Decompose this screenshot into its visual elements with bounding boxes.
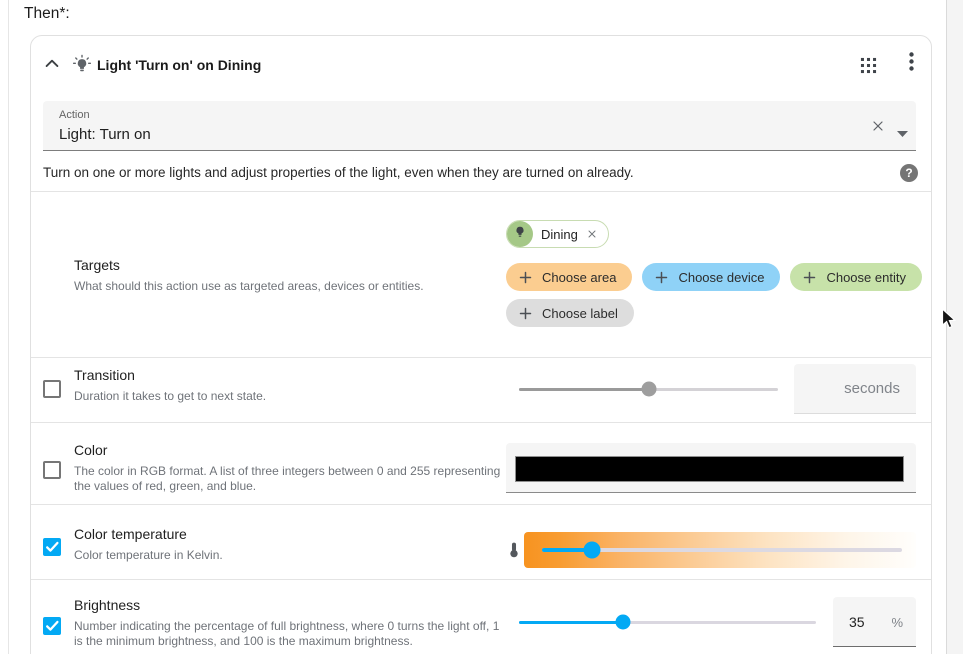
plus-icon	[518, 306, 533, 321]
color-temperature-labels: Color temperature Color temperature in K…	[74, 526, 502, 563]
area-avatar	[507, 221, 533, 247]
transition-checkbox[interactable]	[43, 380, 61, 398]
targets-labels: Targets What should this action use as t…	[74, 257, 494, 294]
collapse-button[interactable]	[39, 53, 65, 79]
action-field-label: Action	[59, 109, 90, 121]
brightness-labels: Brightness Number indicating the percent…	[74, 597, 502, 649]
choose-entity-button[interactable]: Choose entity	[790, 263, 922, 291]
divider	[31, 191, 931, 192]
color-title: Color	[74, 442, 502, 458]
choose-device-label: Choose device	[678, 270, 764, 285]
percent-unit-label: %	[891, 615, 903, 630]
choose-label-button[interactable]: Choose label	[506, 299, 634, 327]
targets-description: What should this action use as targeted …	[74, 279, 494, 294]
seconds-unit-label: seconds	[844, 380, 900, 397]
color-temperature-checkbox[interactable]	[43, 538, 61, 556]
brightness-slider[interactable]	[519, 614, 816, 630]
choose-area-label: Choose area	[542, 270, 616, 285]
choose-buttons-row: Choose area Choose device Choose entity	[506, 263, 922, 291]
mouse-cursor-icon	[941, 308, 958, 335]
slider-thumb[interactable]	[584, 542, 601, 559]
divider	[31, 504, 931, 505]
brightness-title: Brightness	[74, 597, 502, 613]
kebab-menu-icon	[909, 52, 914, 76]
targets-title: Targets	[74, 257, 494, 273]
slider-fill	[519, 388, 649, 391]
plus-icon	[802, 270, 817, 285]
overflow-menu-button[interactable]	[897, 50, 925, 78]
color-description: The color in RGB format. A list of three…	[74, 464, 502, 494]
slider-track[interactable]	[542, 548, 902, 552]
choose-buttons-row-2: Choose label	[506, 299, 634, 327]
choose-label-label: Choose label	[542, 306, 618, 321]
color-temperature-gradient	[524, 532, 916, 568]
slider-thumb[interactable]	[641, 382, 656, 397]
action-select-field[interactable]: Action Light: Turn on	[43, 101, 916, 151]
slider-thumb[interactable]	[615, 615, 630, 630]
thermometer-icon	[503, 538, 525, 562]
chip-remove-icon[interactable]	[585, 227, 599, 241]
color-swatch[interactable]	[515, 456, 904, 482]
transition-seconds-field[interactable]: seconds	[794, 364, 916, 414]
help-icon[interactable]: ?	[900, 164, 918, 182]
action-field-value: Light: Turn on	[59, 126, 151, 143]
transition-slider[interactable]	[519, 381, 778, 397]
lightbulb-icon	[513, 225, 527, 244]
color-temperature-title: Color temperature	[74, 526, 502, 542]
color-temperature-description: Color temperature in Kelvin.	[74, 548, 502, 563]
selected-targets-row: Dining	[506, 220, 609, 248]
transition-title: Transition	[74, 367, 502, 383]
chevron-up-icon	[42, 54, 62, 79]
drag-handle-icon[interactable]	[855, 52, 881, 78]
brightness-value: 35	[849, 614, 865, 630]
divider	[31, 357, 931, 358]
divider	[31, 422, 931, 423]
clear-icon[interactable]	[869, 117, 887, 135]
choose-area-button[interactable]: Choose area	[506, 263, 632, 291]
rgb-color-field[interactable]	[506, 443, 916, 493]
action-description: Turn on one or more lights and adjust pr…	[43, 165, 873, 180]
brightness-value-field[interactable]: 35 %	[833, 597, 916, 647]
action-card: Light 'Turn on' on Dining Action Light: …	[30, 35, 932, 654]
panel-left-edge	[8, 0, 9, 654]
transition-description: Duration it takes to get to next state.	[74, 389, 502, 404]
action-card-title: Light 'Turn on' on Dining	[97, 57, 261, 73]
automation-action-editor: Then*: Light 'Turn on' on Dining	[0, 0, 963, 654]
chevron-down-icon[interactable]	[897, 124, 908, 142]
color-labels: Color The color in RGB format. A list of…	[74, 442, 502, 494]
divider	[31, 579, 931, 580]
target-chip-dining[interactable]: Dining	[506, 220, 609, 248]
choose-device-button[interactable]: Choose device	[642, 263, 780, 291]
choose-entity-label: Choose entity	[826, 270, 906, 285]
brightness-checkbox[interactable]	[43, 617, 61, 635]
color-checkbox[interactable]	[43, 461, 61, 479]
lightbulb-icon	[69, 52, 95, 78]
transition-labels: Transition Duration it takes to get to n…	[74, 367, 502, 404]
brightness-description: Number indicating the percentage of full…	[74, 619, 502, 649]
plus-icon	[518, 270, 533, 285]
plus-icon	[654, 270, 669, 285]
then-section-label: Then*:	[24, 5, 70, 23]
chip-label: Dining	[541, 227, 578, 242]
slider-fill	[519, 621, 623, 624]
